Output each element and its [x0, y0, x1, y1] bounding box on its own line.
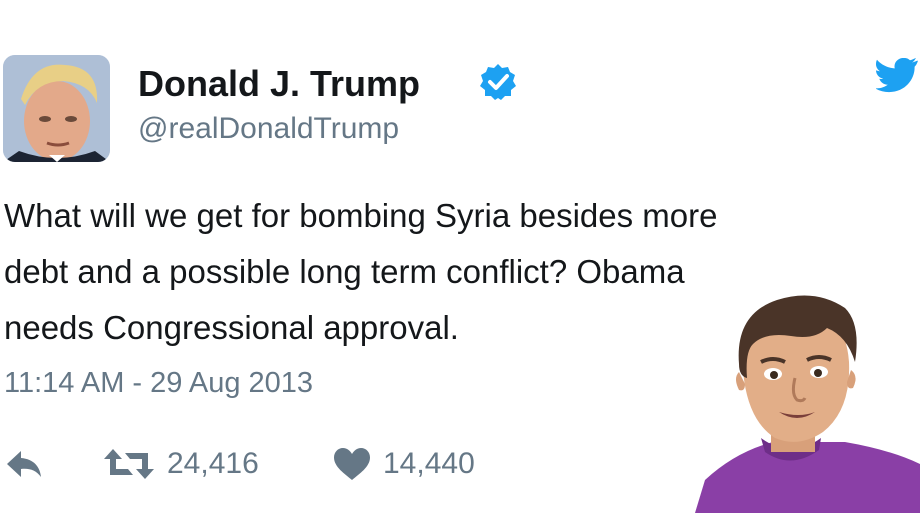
meme-face-sticker: [695, 295, 920, 513]
avatar[interactable]: [3, 55, 110, 162]
tweet-timestamp[interactable]: 11:14 AM - 29 Aug 2013: [4, 367, 313, 400]
reply-button[interactable]: [5, 440, 45, 488]
tweet-text-line: What will we get for bombing Syria besid…: [4, 197, 718, 234]
profile-photo: [3, 55, 110, 162]
twitter-bird-icon: [876, 58, 918, 93]
retweet-icon: [104, 449, 154, 479]
verified-badge-icon: [480, 64, 516, 100]
tweet-card: Donald J. Trump @realDonaldTrump What wi…: [0, 0, 920, 513]
retweet-button[interactable]: 24,416: [103, 440, 259, 488]
heart-icon: [334, 448, 370, 480]
display-name[interactable]: Donald J. Trump: [138, 63, 420, 105]
like-button[interactable]: 14,440: [333, 440, 475, 488]
reply-icon: [7, 451, 41, 477]
like-count: 14,440: [383, 447, 475, 480]
retweet-count: 24,416: [167, 447, 259, 480]
user-handle[interactable]: @realDonaldTrump: [138, 112, 399, 146]
